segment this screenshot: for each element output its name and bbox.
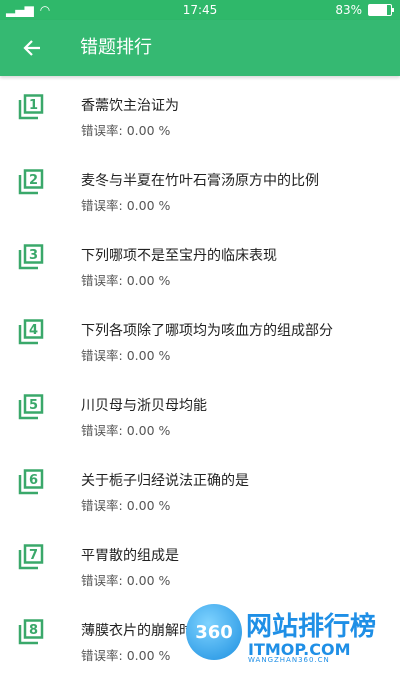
- svg-text:7: 7: [29, 548, 38, 563]
- list-item[interactable]: 4 下列各项除了哪项均为咳血方的组成部分 错误率: 0.00 %: [0, 301, 400, 376]
- numbered-card-icon: 2: [18, 169, 44, 195]
- list-item[interactable]: 3 下列哪项不是至宝丹的临床表现 错误率: 0.00 %: [0, 226, 400, 301]
- question-text: 平胃散的组成是: [81, 548, 179, 564]
- list-item[interactable]: 2 麦冬与半夏在竹叶石膏汤原方中的比例 错误率: 0.00 %: [0, 151, 400, 226]
- list-item[interactable]: 7 平胃散的组成是 错误率: 0.00 %: [0, 526, 400, 601]
- numbered-card-icon: 5: [18, 394, 44, 420]
- app-bar: 错题排行: [0, 20, 400, 76]
- svg-text:3: 3: [29, 248, 38, 263]
- error-rate: 错误率: 0.00 %: [81, 198, 171, 213]
- error-rate: 错误率: 0.00 %: [81, 573, 171, 588]
- watermark-text: 网站排行榜: [246, 612, 377, 642]
- question-list: 1 香薷饮主治证为 错误率: 0.00 % 2 麦冬与半夏在竹叶石膏汤原方中的比…: [0, 76, 400, 676]
- error-rate: 错误率: 0.00 %: [81, 348, 171, 363]
- question-text: 关于栀子归经说法正确的是: [81, 473, 249, 489]
- error-rate: 错误率: 0.00 %: [81, 648, 171, 663]
- status-bar: ▂▄▆ ◠ 17:45 83%: [0, 0, 400, 20]
- list-item[interactable]: 6 关于栀子归经说法正确的是 错误率: 0.00 %: [0, 451, 400, 526]
- numbered-card-icon: 1: [18, 94, 44, 120]
- status-icons-right: 83%: [335, 3, 394, 17]
- svg-text:8: 8: [29, 623, 38, 638]
- numbered-card-icon: 6: [18, 469, 44, 495]
- question-text: 下列各项除了哪项均为咳血方的组成部分: [81, 323, 333, 339]
- error-rate: 错误率: 0.00 %: [81, 498, 171, 513]
- back-arrow-icon[interactable]: [20, 36, 44, 60]
- svg-text:6: 6: [29, 473, 38, 488]
- svg-text:1: 1: [29, 98, 38, 113]
- error-rate: 错误率: 0.00 %: [81, 423, 171, 438]
- question-text: 下列哪项不是至宝丹的临床表现: [81, 248, 277, 264]
- battery-icon: [368, 4, 394, 16]
- question-text: 香薷饮主治证为: [81, 98, 179, 114]
- page-title: 错题排行: [80, 37, 152, 58]
- numbered-card-icon: 3: [18, 244, 44, 270]
- numbered-card-icon: 4: [18, 319, 44, 345]
- list-item[interactable]: 5 川贝母与浙贝母均能 错误率: 0.00 %: [0, 376, 400, 451]
- svg-text:2: 2: [29, 173, 38, 188]
- error-rate: 错误率: 0.00 %: [81, 123, 171, 138]
- watermark: 360 网站排行榜 ITMOP.COM WANGZHAN360.CN: [186, 604, 396, 664]
- svg-text:5: 5: [29, 398, 38, 413]
- question-text: 薄膜衣片的崩解时: [81, 623, 193, 639]
- numbered-card-icon: 8: [18, 619, 44, 645]
- watermark-sub: WANGZHAN360.CN: [248, 656, 330, 664]
- question-text: 川贝母与浙贝母均能: [81, 398, 207, 414]
- numbered-card-icon: 7: [18, 544, 44, 570]
- battery-percent: 83%: [335, 3, 362, 17]
- error-rate: 错误率: 0.00 %: [81, 273, 171, 288]
- watermark-logo: 360: [186, 604, 242, 660]
- question-text: 麦冬与半夏在竹叶石膏汤原方中的比例: [81, 173, 319, 189]
- list-item[interactable]: 1 香薷饮主治证为 错误率: 0.00 %: [0, 76, 400, 151]
- svg-text:4: 4: [29, 323, 38, 338]
